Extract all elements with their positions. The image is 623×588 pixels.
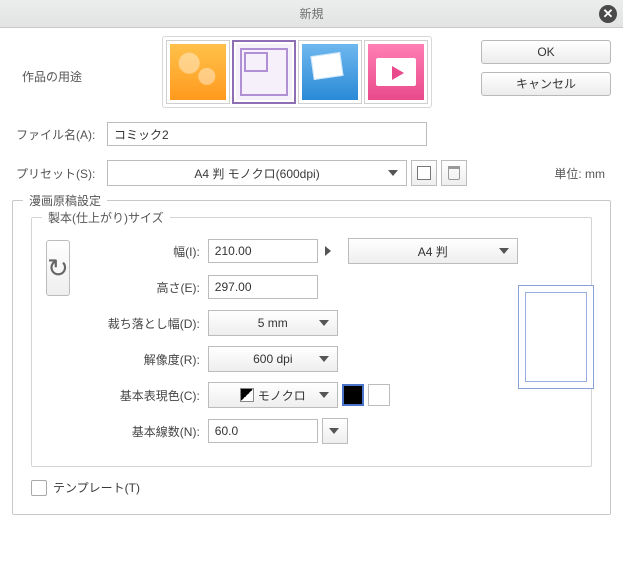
preset-save-icon (417, 166, 431, 180)
basic-color-select[interactable]: モノクロ (208, 382, 338, 408)
color-black-chip[interactable] (342, 384, 364, 406)
preset-value: A4 判 モノクロ(600dpi) (194, 165, 319, 182)
close-icon[interactable]: ✕ (599, 5, 617, 23)
purpose-video[interactable] (364, 40, 428, 104)
chevron-down-icon (499, 248, 509, 254)
bleed-select[interactable]: 5 mm (208, 310, 338, 336)
preset-select[interactable]: A4 判 モノクロ(600dpi) (107, 160, 407, 186)
purpose-icon-group (162, 36, 432, 108)
purpose-comic[interactable] (232, 40, 296, 104)
basic-color-label: 基本表現色(C): (88, 387, 208, 404)
color-white-chip[interactable] (368, 384, 390, 406)
template-label: テンプレート(T) (53, 479, 140, 496)
bleed-value: 5 mm (258, 316, 288, 330)
chevron-right-icon (325, 246, 331, 256)
width-label: 幅(I): (88, 243, 208, 260)
preset-delete-button[interactable] (441, 160, 467, 186)
width-input[interactable] (208, 239, 318, 263)
filename-label: ファイル名(A): (12, 126, 107, 143)
rotate-orientation-button[interactable]: ↻ (46, 240, 70, 296)
purpose-photo[interactable] (298, 40, 362, 104)
unit-label: 単位: (554, 167, 581, 181)
chevron-down-icon (319, 392, 329, 398)
manga-settings-legend: 漫画原稿設定 (23, 192, 107, 209)
cancel-button[interactable]: キャンセル (481, 72, 611, 96)
paper-size-select[interactable]: A4 判 (348, 238, 518, 264)
dialog-title: 新規 (299, 7, 323, 21)
trash-icon (448, 166, 460, 180)
page-preview-inner (518, 285, 594, 389)
width-link-button[interactable] (318, 244, 338, 259)
paper-size-value: A4 判 (418, 243, 448, 260)
resolution-select[interactable]: 600 dpi (208, 346, 338, 372)
template-checkbox[interactable] (31, 480, 47, 496)
chevron-down-icon (319, 356, 329, 362)
basic-lines-label: 基本線数(N): (88, 423, 208, 440)
resolution-label: 解像度(R): (88, 351, 208, 368)
unit-value: mm (585, 167, 605, 181)
filename-input[interactable] (107, 122, 427, 146)
manga-settings-group: 漫画原稿設定 製本(仕上がり)サイズ ↻ 幅(I): A4 判 (12, 200, 611, 515)
basic-color-value: モノクロ (258, 387, 306, 404)
preset-save-button[interactable] (411, 160, 437, 186)
binding-size-group: 製本(仕上がり)サイズ ↻ 幅(I): A4 判 (31, 217, 592, 467)
height-label: 高さ(E): (88, 279, 208, 296)
basic-lines-input[interactable] (208, 419, 318, 443)
height-input[interactable] (208, 275, 318, 299)
binding-size-legend: 製本(仕上がり)サイズ (42, 209, 170, 226)
page-preview (518, 272, 594, 402)
ok-button[interactable]: OK (481, 40, 611, 64)
chevron-down-icon (329, 428, 339, 434)
basic-lines-dropdown[interactable] (322, 418, 348, 444)
resolution-value: 600 dpi (253, 352, 292, 366)
mono-icon (240, 388, 254, 402)
purpose-illustration[interactable] (166, 40, 230, 104)
bleed-label: 裁ち落とし幅(D): (88, 315, 208, 332)
chevron-down-icon (319, 320, 329, 326)
rotate-icon: ↻ (47, 253, 69, 284)
purpose-label: 作品の用途 (12, 36, 162, 85)
preset-label: プリセット(S): (12, 165, 107, 182)
chevron-down-icon (388, 170, 398, 176)
